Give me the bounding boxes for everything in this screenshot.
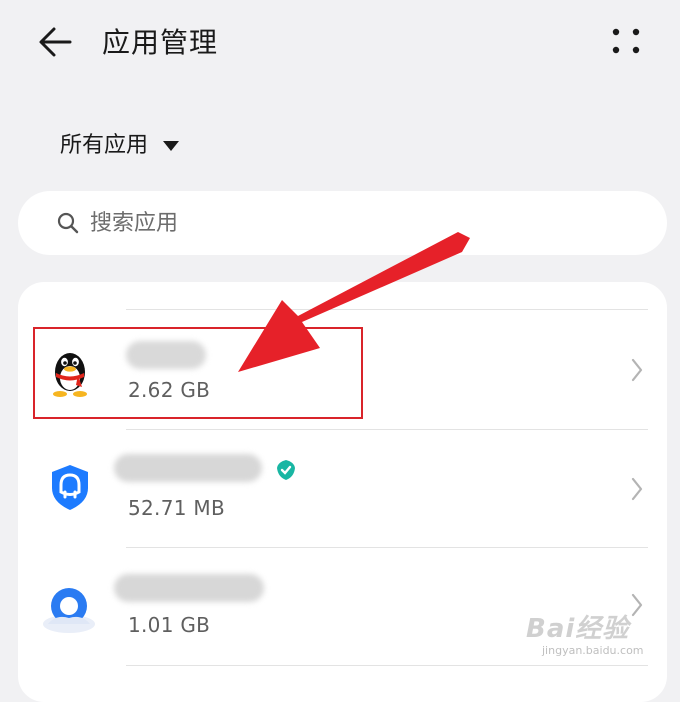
filter-label: 所有应用 (60, 133, 149, 158)
browser-q-icon (43, 588, 95, 633)
highlight-box (33, 327, 363, 419)
chevron-right-icon (631, 593, 643, 617)
app-list-item[interactable]: 52.71 MB (18, 430, 667, 548)
caret-down-icon (163, 141, 180, 151)
app-size: 1.01 GB (128, 613, 211, 637)
search-icon (57, 212, 79, 234)
verified-badge-icon (277, 460, 295, 480)
more-options-button[interactable] (606, 24, 646, 64)
search-bar[interactable] (18, 191, 667, 255)
app-list-item[interactable]: 1.01 GB (18, 548, 667, 666)
list-divider (126, 309, 648, 310)
chevron-right-icon (631, 358, 643, 382)
list-divider (126, 665, 648, 666)
app-filter-dropdown[interactable]: 所有应用 (60, 129, 180, 163)
page-title: 应用管理 (102, 26, 219, 59)
back-button[interactable] (36, 24, 76, 60)
security-shield-icon (52, 465, 88, 510)
app-size: 52.71 MB (128, 496, 225, 520)
more-dots-icon (612, 28, 640, 54)
app-header: 应用管理 (0, 0, 680, 90)
chevron-right-icon (631, 477, 643, 501)
app-name (114, 574, 264, 602)
app-name (114, 454, 262, 482)
search-input[interactable] (90, 203, 630, 243)
back-arrow-icon (39, 27, 72, 57)
